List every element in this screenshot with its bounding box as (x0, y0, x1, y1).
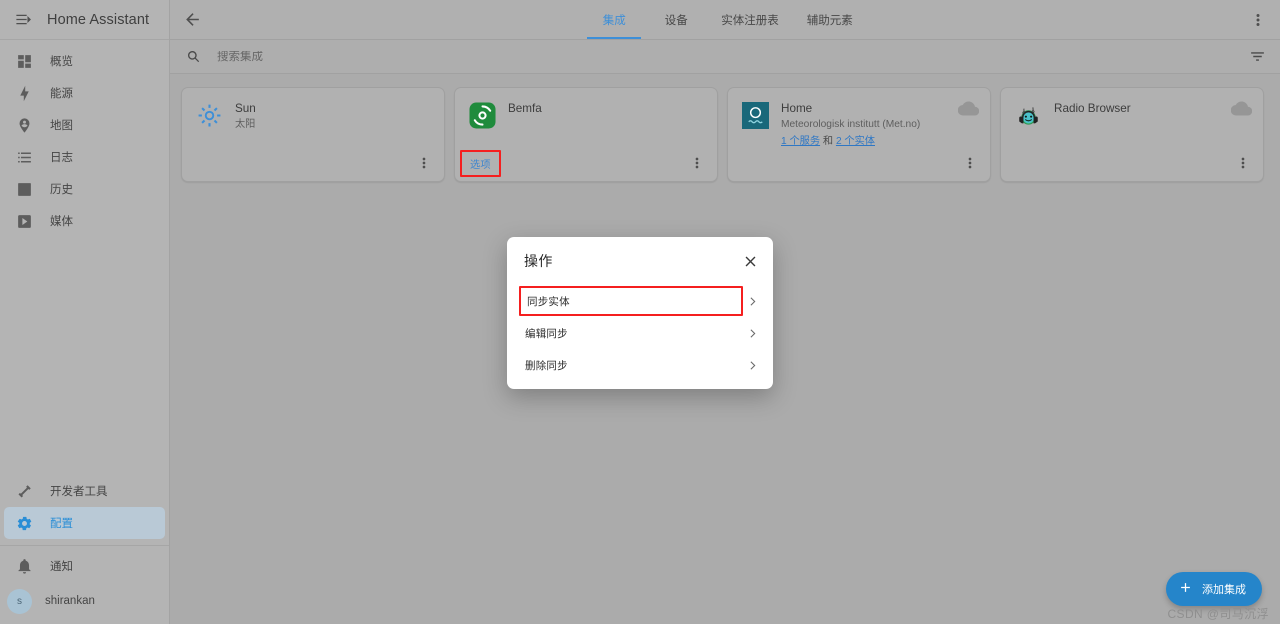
dialog-action-list: 同步实体 编辑同步 删除同步 (507, 285, 773, 381)
close-icon[interactable] (737, 248, 763, 274)
app-root: Home Assistant 概览 能源 地图 日志 历史 媒体 开发者工具 配… (0, 0, 1280, 624)
dialog-row-label: 同步实体 (519, 286, 743, 316)
dialog-row-label: 删除同步 (525, 359, 568, 372)
dialog-header: 操作 (507, 237, 773, 285)
chevron-right-icon (743, 359, 761, 372)
actions-dialog: 操作 同步实体 编辑同步 删除同步 (507, 237, 773, 389)
chevron-right-icon (743, 295, 761, 308)
dialog-title: 操作 (524, 253, 553, 269)
dialog-row-sync-entities[interactable]: 同步实体 (519, 285, 761, 317)
dialog-row-label: 编辑同步 (525, 327, 568, 340)
dialog-row-delete-sync[interactable]: 删除同步 (519, 349, 761, 381)
chevron-right-icon (743, 327, 761, 340)
dialog-row-edit-sync[interactable]: 编辑同步 (519, 317, 761, 349)
